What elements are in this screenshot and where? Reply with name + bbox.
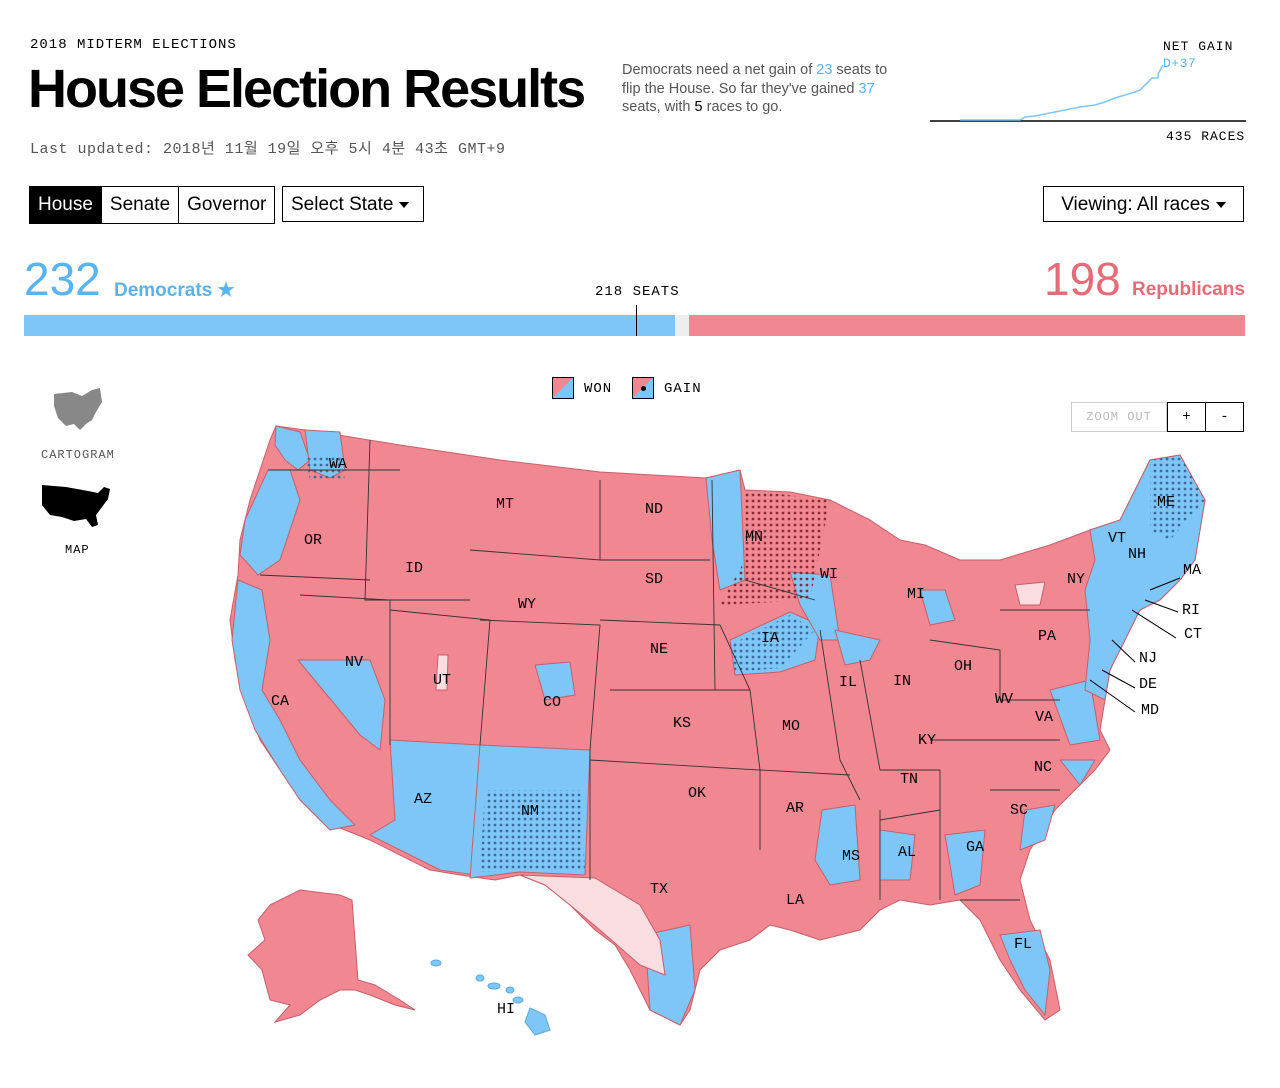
page-title: House Election Results (28, 59, 586, 119)
state-label-az[interactable]: AZ (414, 791, 432, 808)
state-label-il[interactable]: IL (839, 674, 857, 691)
state-label-mo[interactable]: MO (782, 718, 800, 735)
alaska (247, 889, 416, 1023)
state-label-de[interactable]: DE (1139, 676, 1157, 693)
race-type-tabs: House Senate Governor (29, 186, 276, 224)
summary-text: Democrats need a net gain of 23 seats to… (622, 62, 888, 115)
state-label-wv[interactable]: WV (995, 691, 1013, 708)
state-label-ok[interactable]: OK (688, 785, 706, 802)
state-label-vt[interactable]: VT (1108, 530, 1126, 547)
select-state-dropdown[interactable]: Select State (282, 186, 424, 222)
rep-label: Republicans (1132, 279, 1245, 300)
state-label-co[interactable]: CO (543, 694, 561, 711)
state-label-ga[interactable]: GA (966, 839, 984, 856)
chevron-down-icon (399, 201, 410, 208)
dem-seat-count: 232 (24, 253, 101, 305)
ny-pending (1014, 581, 1046, 606)
state-label-pa[interactable]: PA (1038, 628, 1056, 645)
tab-senate[interactable]: Senate (101, 187, 180, 223)
state-label-md[interactable]: MD (1141, 702, 1159, 719)
last-updated: Last updated: 2018년 11월 19일 오후 5시 4분 43초… (30, 141, 506, 158)
state-label-ri[interactable]: RI (1182, 602, 1200, 619)
state-label-ky[interactable]: KY (918, 732, 936, 749)
state-label-sd[interactable]: SD (645, 571, 663, 588)
seat-bar (24, 305, 1245, 336)
state-label-ut[interactable]: UT (433, 672, 451, 689)
state-label-ms[interactable]: MS (842, 848, 860, 865)
majority-marker (635, 305, 637, 336)
state-label-nh[interactable]: NH (1128, 546, 1146, 563)
gain-swatch (632, 377, 654, 399)
map-label[interactable]: MAP (65, 543, 90, 557)
state-label-ks[interactable]: KS (673, 715, 691, 732)
viewing-label: Viewing: All races (1061, 194, 1210, 215)
state-label-nj[interactable]: NJ (1139, 650, 1157, 667)
state-label-nv[interactable]: NV (345, 654, 363, 671)
won-label: WON (584, 381, 613, 397)
state-label-me[interactable]: ME (1157, 494, 1175, 511)
races-label: 435 RACES (1166, 129, 1246, 144)
state-label-or[interactable]: OR (304, 532, 322, 549)
rep-seat-count: 198 (1044, 253, 1121, 305)
us-house-map[interactable]: WA OR CA ID NV MT WY UT AZ CO NM ND SD NE KS OK TX MN IA MO… (200, 410, 1260, 1040)
state-label-fl[interactable]: FL (1014, 936, 1032, 953)
won-swatch (552, 377, 574, 399)
viewing-dropdown[interactable]: Viewing: All races (1043, 186, 1244, 222)
state-label-mt[interactable]: MT (496, 496, 514, 513)
net-gain-sparkline (930, 64, 1246, 122)
state-label-tn[interactable]: TN (900, 771, 918, 788)
remaining-races: 5 (694, 99, 703, 115)
net-gain-label: NET GAIN (1163, 39, 1234, 54)
state-label-in[interactable]: IN (893, 673, 911, 690)
state-label-tx[interactable]: TX (650, 881, 668, 898)
seat-bar-dem (24, 315, 676, 336)
state-label-ma[interactable]: MA (1183, 562, 1201, 579)
kicker: 2018 MIDTERM ELECTIONS (30, 37, 237, 53)
state-label-mi[interactable]: MI (907, 586, 925, 603)
select-state-label: Select State (291, 194, 394, 215)
gained-seats: 37 (858, 80, 875, 97)
gain-label: GAIN (664, 381, 702, 397)
us-map-icon[interactable] (38, 481, 114, 529)
state-label-mn[interactable]: MN (745, 529, 763, 546)
state-label-wa[interactable]: WA (329, 456, 347, 473)
cartogram-icon[interactable] (52, 386, 104, 432)
state-label-al[interactable]: AL (898, 844, 916, 861)
state-label-wi[interactable]: WI (820, 566, 838, 583)
state-label-ne[interactable]: NE (650, 641, 668, 658)
state-label-ca[interactable]: CA (271, 693, 289, 710)
tab-governor[interactable]: Governor (179, 187, 275, 223)
state-label-oh[interactable]: OH (954, 658, 972, 675)
state-label-ny[interactable]: NY (1067, 571, 1085, 588)
tab-house[interactable]: House (30, 187, 102, 223)
state-label-va[interactable]: VA (1035, 709, 1053, 726)
state-label-ia[interactable]: IA (761, 630, 779, 647)
chevron-down-icon (1215, 201, 1226, 208)
hawaii (430, 959, 551, 1036)
cartogram-label[interactable]: CARTOGRAM (41, 448, 115, 462)
state-label-nm[interactable]: NM (521, 803, 539, 820)
state-label-nd[interactable]: ND (645, 501, 663, 518)
state-label-wy[interactable]: WY (518, 596, 536, 613)
state-label-ar[interactable]: AR (786, 800, 804, 817)
state-label-sc[interactable]: SC (1010, 802, 1028, 819)
seat-bar-rep (689, 315, 1245, 336)
needed-seats: 23 (816, 62, 833, 78)
state-label-ct[interactable]: CT (1184, 626, 1202, 643)
state-label-nc[interactable]: NC (1034, 759, 1052, 776)
majority-label: 218 SEATS (595, 284, 680, 300)
sparkline-line (960, 64, 1164, 121)
state-label-la[interactable]: LA (786, 892, 804, 909)
state-label-hi[interactable]: HI (497, 1001, 515, 1018)
state-label-id[interactable]: ID (405, 560, 423, 577)
dem-label: Democrats ★ (114, 280, 235, 301)
